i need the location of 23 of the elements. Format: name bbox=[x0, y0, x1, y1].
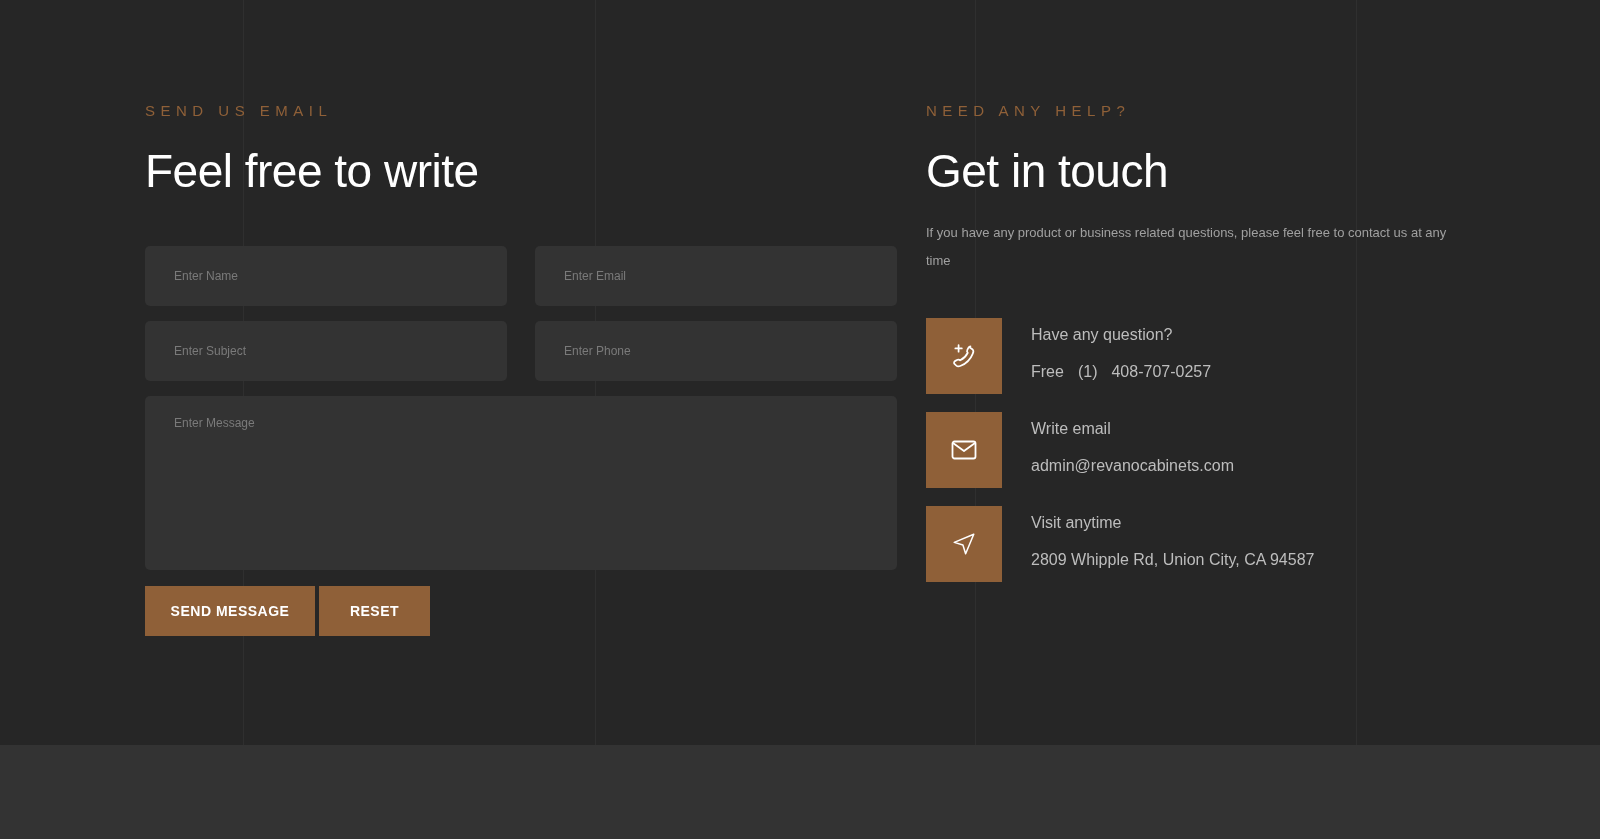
contact-title: Have any question? bbox=[1031, 325, 1174, 345]
contact-title: Visit anytime bbox=[1031, 513, 1123, 533]
contact-detail: (1) bbox=[1077, 362, 1098, 382]
contact-detail: 2809 Whipple Rd, Union City, CA 94587 bbox=[1031, 550, 1315, 570]
section-heading: Get in touch bbox=[926, 144, 1170, 199]
contact-title: Write email bbox=[1031, 419, 1112, 439]
input-field[interactable]: Enter Name bbox=[145, 246, 507, 306]
message-field[interactable]: Enter Message bbox=[145, 396, 897, 570]
section-eyebrow: NEED ANY HELP? bbox=[926, 101, 1132, 121]
input-field[interactable]: Enter Subject bbox=[145, 321, 507, 381]
section-eyebrow: SEND US EMAIL bbox=[145, 101, 334, 121]
reset-button[interactable]: RESET bbox=[319, 586, 430, 636]
contact-detail: Free bbox=[1031, 362, 1064, 382]
input-field[interactable]: Enter Email bbox=[535, 246, 897, 306]
description-text: If you have any product or business related questions, please feel free to contact us at any time bbox=[926, 224, 1448, 270]
section-heading: Feel free to write bbox=[145, 144, 480, 199]
input-field[interactable]: Enter Phone bbox=[535, 321, 897, 381]
contact-detail: admin@revanocabinets.com bbox=[1031, 456, 1234, 476]
navigation-arrow-icon bbox=[951, 531, 977, 557]
contact-detail: 408-707-0257 bbox=[1111, 362, 1212, 382]
phone-plus-icon bbox=[951, 343, 977, 369]
envelope-icon bbox=[951, 440, 977, 460]
send-button[interactable]: SEND MESSAGE bbox=[145, 586, 315, 636]
